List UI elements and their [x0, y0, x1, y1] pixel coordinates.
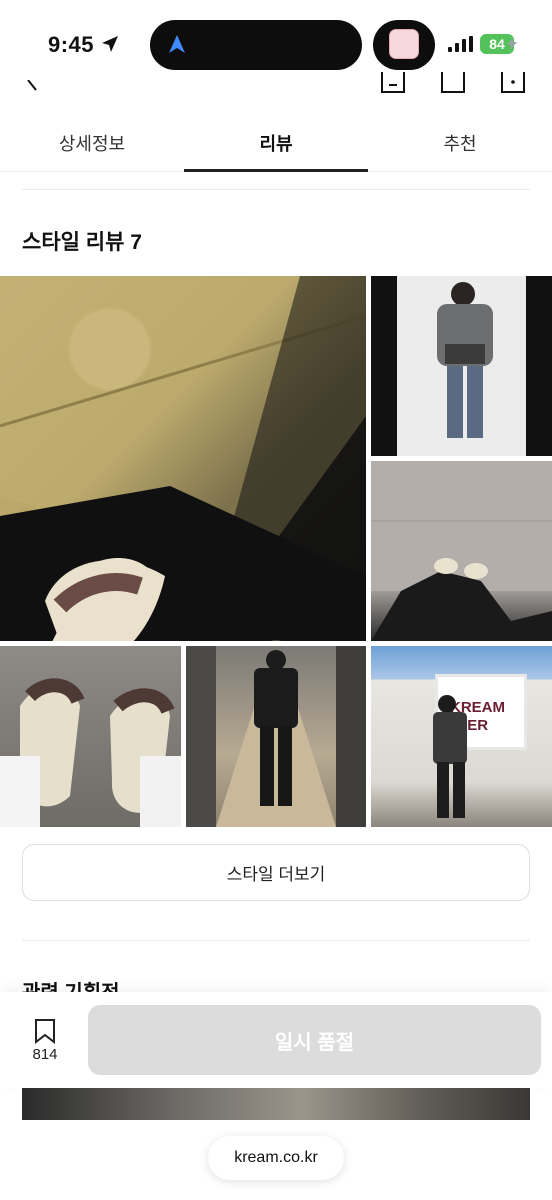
- more-styles-label: 스타일 더보기: [226, 865, 326, 884]
- sold-out-label: 일시 품절: [274, 1031, 355, 1054]
- review-photo-1[interactable]: [0, 276, 366, 641]
- bookmark-count: 814: [32, 1046, 58, 1063]
- charging-bolt-icon: [507, 38, 517, 50]
- exhibition-banner[interactable]: [22, 1088, 530, 1120]
- tab-details[interactable]: 상세정보: [0, 112, 184, 171]
- top-navigation-cut: [0, 72, 552, 94]
- browser-url-pill[interactable]: kream.co.kr: [208, 1136, 344, 1180]
- tab-reviews[interactable]: 리뷰: [184, 112, 368, 172]
- review-photo-5[interactable]: [186, 646, 366, 827]
- section-divider-2: [22, 940, 530, 941]
- status-time: 9:45: [48, 32, 95, 57]
- browser-url: kream.co.kr: [234, 1149, 318, 1166]
- navigation-arrow-icon: [169, 35, 185, 53]
- style-review-title: 스타일 리뷰 7: [22, 231, 142, 254]
- photo-sign-text: KREAM LTER: [450, 699, 505, 734]
- cart-icon[interactable]: [500, 72, 526, 94]
- sold-out-button[interactable]: 일시 품절: [88, 1005, 541, 1075]
- product-tabs: 상세정보 리뷰 추천: [0, 112, 552, 172]
- location-arrow-icon: [102, 36, 118, 52]
- more-styles-button[interactable]: 스타일 더보기: [22, 844, 530, 901]
- bookmark-icon[interactable]: [34, 1018, 56, 1044]
- review-photo-6[interactable]: KREAM LTER: [371, 646, 552, 827]
- back-arrow-icon[interactable]: [24, 80, 38, 94]
- app-thumbnail-icon: [389, 29, 419, 59]
- home-icon[interactable]: [380, 72, 406, 94]
- review-photo-2[interactable]: [371, 276, 552, 456]
- photo-sign: KREAM LTER: [435, 674, 527, 750]
- cellular-signal-icon: [448, 36, 473, 52]
- review-photo-4[interactable]: [0, 646, 181, 827]
- share-icon[interactable]: [440, 72, 466, 94]
- review-photo-3[interactable]: [371, 461, 552, 641]
- battery-level: 84: [489, 36, 505, 52]
- tab-recommend[interactable]: 추천: [368, 112, 552, 171]
- section-divider: [22, 189, 530, 190]
